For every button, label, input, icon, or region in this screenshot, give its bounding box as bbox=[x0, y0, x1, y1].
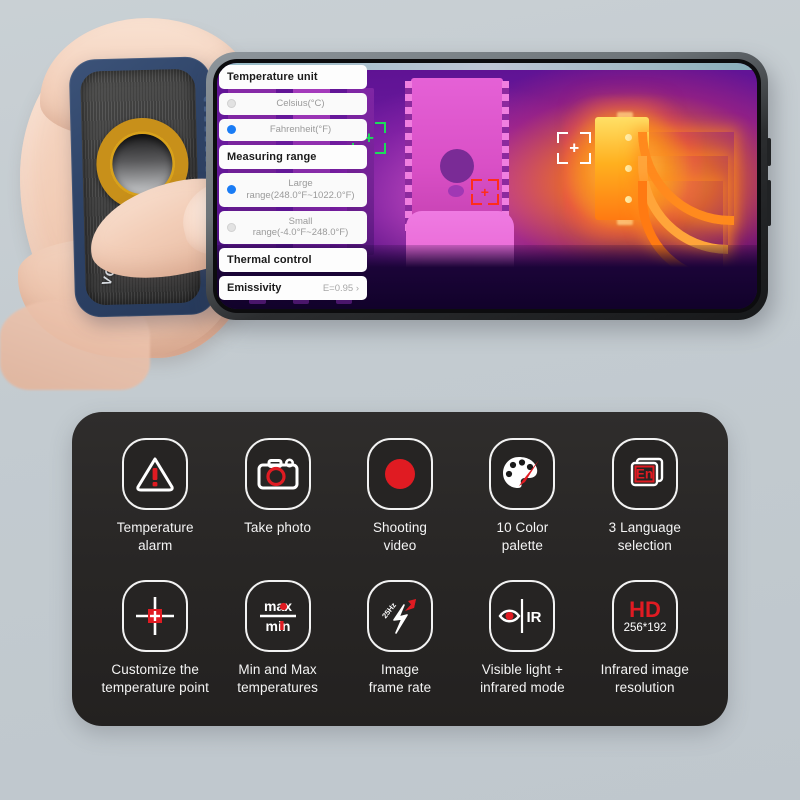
phone-volume-button[interactable] bbox=[767, 138, 771, 166]
terminal-bolt-2 bbox=[624, 164, 632, 172]
feature-color-palette[interactable]: 10 Color palette bbox=[461, 438, 583, 564]
feature-badge bbox=[244, 438, 311, 510]
settings-row-emissivity-label: Emissivity bbox=[227, 282, 282, 295]
feature-visible-infrared-mode[interactable]: IR Visible light + infrared mode bbox=[461, 580, 583, 706]
feature-label: Take photo bbox=[244, 520, 312, 535]
terminal-bolt-1 bbox=[624, 133, 632, 141]
max-text: max bbox=[264, 598, 292, 614]
camera-icon bbox=[257, 458, 299, 490]
crosshair-icon bbox=[136, 597, 175, 635]
settings-option-celsius[interactable]: Celsius(°C) bbox=[219, 93, 367, 115]
settings-option-celsius-label: Celsius(°C) bbox=[276, 98, 325, 109]
phone-screen[interactable]: + + + Temperature unit Celsius(°C) Fahre… bbox=[217, 63, 757, 309]
feature-badge bbox=[122, 438, 189, 510]
feature-badge: 25Hz bbox=[366, 580, 433, 652]
warning-triangle-icon bbox=[136, 457, 174, 492]
palette-icon bbox=[503, 457, 540, 488]
settings-option-large-range[interactable]: Large range(248.0°F~1022.0°F) bbox=[219, 172, 367, 207]
ir-badge-text: IR bbox=[527, 609, 542, 626]
feature-infrared-resolution[interactable]: HD 256*192 Infrared image resolution bbox=[584, 580, 706, 706]
feature-image-frame-rate[interactable]: 25Hz Image frame rate bbox=[339, 580, 461, 706]
feature-label: Infrared image resolution bbox=[600, 662, 690, 695]
feature-badge: max min bbox=[244, 580, 311, 652]
feature-label: Min and Max temperatures bbox=[237, 662, 318, 695]
feature-badge bbox=[366, 438, 433, 510]
phone-power-button[interactable] bbox=[767, 180, 771, 226]
settings-option-large-range-label: Large range(248.0°F~1022.0°F) bbox=[246, 177, 355, 201]
feature-customize-temperature-point[interactable]: Customize the temperature point bbox=[94, 580, 216, 706]
radio-small-range-icon bbox=[227, 222, 236, 232]
feature-badge: En bbox=[611, 438, 678, 510]
feature-badge: IR bbox=[489, 580, 556, 652]
radio-fahrenheit-icon bbox=[227, 125, 236, 135]
record-dot-icon bbox=[384, 459, 415, 489]
feature-label: 10 Color palette bbox=[496, 520, 549, 553]
lightning-frame-rate-icon: 25Hz bbox=[380, 599, 416, 634]
feature-badge: HD 256*192 bbox=[611, 580, 678, 652]
spot-marker-red[interactable]: + bbox=[470, 178, 499, 205]
feature-label: Temperature alarm bbox=[116, 520, 194, 553]
settings-row-emissivity-value: E=0.95 › bbox=[322, 282, 359, 294]
feature-shooting-video[interactable]: Shooting video bbox=[339, 438, 461, 564]
language-badge-text: En bbox=[636, 467, 653, 482]
feature-grid: Temperature alarm Take photo Shooting vi… bbox=[94, 438, 706, 706]
hd-resolution-text: 256*192 bbox=[623, 622, 666, 634]
max-min-icon: max min bbox=[259, 598, 296, 634]
settings-option-fahrenheit-label: Fahrenheit(°F) bbox=[269, 123, 332, 135]
hd-resolution-icon: HD 256*192 bbox=[623, 597, 666, 634]
spot-white-glyph: + bbox=[569, 138, 580, 158]
terminal-bolt-3 bbox=[624, 195, 632, 203]
settings-header-thermal-control: Thermal control bbox=[219, 248, 367, 273]
settings-option-fahrenheit[interactable]: Fahrenheit(°F) bbox=[219, 118, 367, 141]
eye-ir-icon: IR bbox=[498, 599, 542, 633]
thermal-machine-dial bbox=[440, 149, 475, 184]
feature-label: Customize the temperature point bbox=[101, 662, 209, 695]
feature-language-selection[interactable]: En 3 Language selection bbox=[584, 438, 706, 564]
feature-label: Shooting video bbox=[372, 520, 428, 553]
feature-panel: Temperature alarm Take photo Shooting vi… bbox=[72, 412, 728, 726]
spot-marker-white[interactable]: + bbox=[557, 131, 592, 164]
hd-text: HD bbox=[629, 597, 661, 622]
spot-red-glyph: + bbox=[480, 183, 489, 200]
feature-label: Image frame rate bbox=[368, 662, 432, 695]
settings-option-small-range-label: Small range(-4.0°F~248.0°F) bbox=[252, 215, 349, 239]
feature-temperature-alarm[interactable]: Temperature alarm bbox=[94, 438, 216, 564]
feature-badge bbox=[122, 580, 189, 652]
settings-header-temperature-unit: Temperature unit bbox=[219, 65, 367, 89]
radio-celsius-icon bbox=[227, 99, 236, 109]
thermal-machine-marker bbox=[448, 184, 465, 197]
settings-option-small-range[interactable]: Small range(-4.0°F~248.0°F) bbox=[219, 210, 367, 245]
scene-root: VO + + + Temperature unit Celsius(°C) Fa… bbox=[0, 0, 800, 800]
feature-label: Visible light + infrared mode bbox=[480, 662, 565, 695]
smartphone: + + + Temperature unit Celsius(°C) Fahre… bbox=[206, 52, 771, 320]
feature-min-max-temperatures[interactable]: max min Min and Max temperatures bbox=[216, 580, 338, 706]
feature-take-photo[interactable]: Take photo bbox=[216, 438, 338, 564]
feature-label: 3 Language selection bbox=[608, 520, 681, 553]
feature-badge bbox=[489, 438, 556, 510]
settings-panel[interactable]: Temperature unit Celsius(°C) Fahrenheit(… bbox=[219, 65, 367, 307]
settings-row-emissivity[interactable]: Emissivity E=0.95 › bbox=[219, 276, 367, 301]
min-text: min bbox=[265, 618, 290, 634]
settings-header-measuring-range: Measuring range bbox=[219, 144, 367, 169]
language-en-icon: En bbox=[630, 457, 663, 487]
radio-large-range-icon bbox=[227, 185, 236, 195]
phone-bezel: + + + Temperature unit Celsius(°C) Fahre… bbox=[213, 59, 761, 313]
